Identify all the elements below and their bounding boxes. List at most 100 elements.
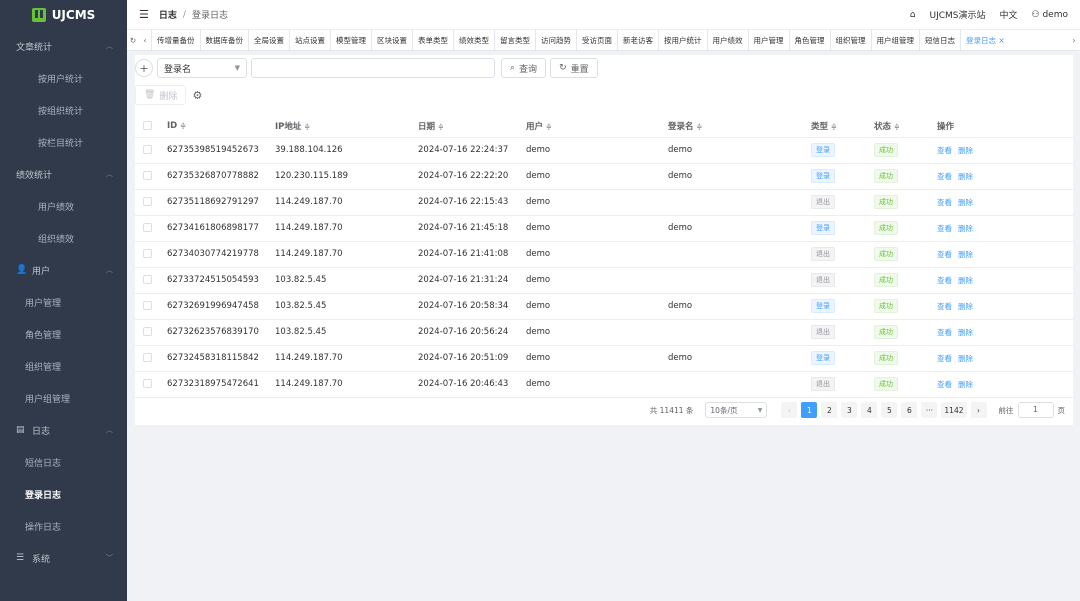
next-page-button[interactable]: › (970, 402, 987, 418)
view-link[interactable]: 查看 (937, 328, 952, 337)
tab-item[interactable]: 按用户统计 (658, 30, 707, 50)
row-checkbox[interactable] (143, 197, 152, 206)
row-checkbox[interactable] (143, 379, 152, 388)
row-checkbox[interactable] (143, 223, 152, 232)
tab-item[interactable]: 新老访客 (617, 30, 658, 50)
sidebar-group[interactable]: 绩效统计 ︿ (0, 158, 127, 190)
tab-item[interactable]: 用户绩效 (706, 30, 748, 50)
page-button[interactable]: 1 (801, 402, 818, 418)
view-link[interactable]: 查看 (937, 146, 952, 155)
table-row[interactable]: 62733724515054593 103.82.5.45 2024-07-16 2… (135, 267, 1073, 294)
tab-item[interactable]: 组织管理 (829, 30, 871, 50)
table-row[interactable]: 62732623576839170 103.82.5.45 2024-07-16 2… (135, 319, 1073, 346)
refresh-icon[interactable]: ↻ (127, 36, 139, 45)
sidebar-item[interactable]: 用户绩效 (0, 190, 127, 222)
col-date[interactable]: 日期 ≑ (418, 115, 526, 138)
column-settings-icon[interactable]: ⚙ (192, 89, 202, 102)
delete-link[interactable]: 删除 (958, 146, 973, 155)
delete-link[interactable]: 删除 (958, 224, 973, 233)
delete-link[interactable]: 删除 (958, 302, 973, 311)
search-input[interactable] (251, 58, 495, 78)
tabs-right-icon[interactable]: › (1068, 36, 1080, 45)
tab-item[interactable]: 绩效类型 (453, 30, 494, 50)
page-button[interactable]: 4 (861, 402, 878, 418)
tab-item[interactable]: 站点设置 (289, 30, 330, 50)
expand-search-button[interactable]: + (135, 59, 153, 77)
table-row[interactable]: 62734161806898177 114.249.187.70 2024-07-1… (135, 215, 1073, 242)
delete-link[interactable]: 删除 (958, 380, 973, 389)
view-link[interactable]: 查看 (937, 224, 952, 233)
tab-item[interactable]: 全局设置 (248, 30, 289, 50)
view-link[interactable]: 查看 (937, 354, 952, 363)
sidebar-group[interactable]: ▤ 日志 ︿ (0, 414, 127, 446)
tab-item[interactable]: 区块设置 (371, 30, 412, 50)
row-checkbox[interactable] (143, 353, 152, 362)
col-user[interactable]: 用户 ≑ (526, 115, 668, 138)
row-checkbox[interactable] (143, 327, 152, 336)
sidebar-item[interactable]: 操作日志 (0, 510, 127, 542)
row-checkbox[interactable] (143, 249, 152, 258)
tab-item[interactable]: 用户管理 (747, 30, 789, 50)
sidebar-item[interactable]: 组织管理 (0, 350, 127, 382)
row-checkbox[interactable] (143, 145, 152, 154)
col-type[interactable]: 类型 ≑ (811, 115, 874, 138)
sidebar-item[interactable]: 按用户统计 (0, 62, 127, 94)
page-button[interactable]: 1142 (941, 402, 967, 418)
delete-link[interactable]: 删除 (958, 354, 973, 363)
table-row[interactable]: 62734030774219778 114.249.187.70 2024-07-1… (135, 241, 1073, 268)
select-all-checkbox[interactable] (143, 120, 152, 130)
table-row[interactable]: 62735118692791297 114.249.187.70 2024-07-1… (135, 189, 1073, 216)
delete-link[interactable]: 删除 (958, 276, 973, 285)
page-button[interactable]: ··· (921, 402, 938, 418)
tab-item[interactable]: 访问趋势 (535, 30, 576, 50)
view-link[interactable]: 查看 (937, 276, 952, 285)
table-row[interactable]: 62735326870778882 120.230.115.189 2024-07-… (135, 163, 1073, 190)
tabs-left-icon[interactable]: ‹ (139, 36, 151, 45)
sidebar-group[interactable]: 文章统计 ︿ (0, 30, 127, 62)
tab-item[interactable]: 登录日志 × (960, 30, 1010, 50)
tab-item[interactable]: 模型管理 (330, 30, 371, 50)
language-switch[interactable]: 中文 (1000, 8, 1018, 21)
delete-link[interactable]: 删除 (958, 198, 973, 207)
row-checkbox[interactable] (143, 275, 152, 284)
delete-link[interactable]: 删除 (958, 250, 973, 259)
reset-button[interactable]: ↻ 重置 (550, 58, 598, 78)
tab-item[interactable]: 留言类型 (494, 30, 535, 50)
sidebar-item[interactable]: 用户管理 (0, 286, 127, 318)
sidebar-group[interactable]: ☰ 系统 ﹀ (0, 542, 127, 574)
col-id[interactable]: ID ≑ (167, 115, 275, 138)
sidebar-item[interactable]: 按组织统计 (0, 94, 127, 126)
site-name[interactable]: UJCMS演示站 (930, 8, 986, 21)
col-login-name[interactable]: 登录名 ≑ (668, 115, 811, 138)
sidebar-item[interactable]: 按栏目统计 (0, 126, 127, 158)
delete-button[interactable]: 🗑 删除 (135, 85, 187, 105)
table-row[interactable]: 62732318975472641 114.249.187.70 2024-07-1… (135, 371, 1073, 398)
sidebar-item[interactable]: 角色管理 (0, 318, 127, 350)
table-row[interactable]: 62735398519452673 39.188.104.126 2024-07-1… (135, 137, 1073, 164)
row-checkbox[interactable] (143, 171, 152, 180)
view-link[interactable]: 查看 (937, 250, 952, 259)
sidebar-item[interactable]: 短信日志 (0, 446, 127, 478)
goto-page-input[interactable]: 1 (1017, 402, 1054, 418)
query-button[interactable]: ⌕ 查询 (501, 58, 547, 78)
page-button[interactable]: 6 (901, 402, 918, 418)
col-status[interactable]: 状态 ≑ (874, 115, 937, 138)
user-menu[interactable]: ⚇ demo (1032, 10, 1068, 20)
menu-toggle-icon[interactable]: ☰ (139, 8, 149, 21)
tab-item[interactable]: 数据库备份 (199, 30, 249, 50)
row-checkbox[interactable] (143, 301, 152, 310)
view-link[interactable]: 查看 (937, 172, 952, 181)
sidebar-item[interactable]: 用户组管理 (0, 382, 127, 414)
prev-page-button[interactable]: ‹ (781, 402, 798, 418)
search-field-select[interactable]: 登录名 ▼ (157, 58, 247, 78)
home-icon[interactable]: ⌂ (910, 10, 916, 20)
sidebar-group[interactable]: 👤 用户 ︿ (0, 254, 127, 286)
page-button[interactable]: 5 (881, 402, 898, 418)
page-size-select[interactable]: 10条/页 ▼ (705, 402, 768, 418)
page-button[interactable]: 3 (841, 402, 858, 418)
tab-item[interactable]: 受访页面 (576, 30, 617, 50)
sidebar-item[interactable]: 登录日志 (0, 478, 127, 510)
delete-link[interactable]: 删除 (958, 328, 973, 337)
tab-item[interactable]: 传增量备份 (151, 30, 200, 50)
table-row[interactable]: 62732691996947458 103.82.5.45 2024-07-16 2… (135, 293, 1073, 320)
